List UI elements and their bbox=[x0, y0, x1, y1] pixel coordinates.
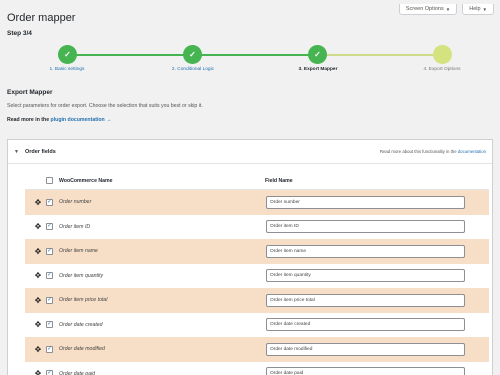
table-row: ✥ ✓ Order item price total Order item price… bbox=[25, 288, 489, 313]
field-name-input[interactable]: Order item quantity bbox=[266, 269, 465, 283]
table-header: WooCommerce Name Field Name bbox=[25, 172, 489, 190]
check-icon: ✓ bbox=[189, 50, 196, 59]
select-all-checkbox[interactable] bbox=[46, 177, 53, 184]
drag-handle-icon[interactable]: ✥ bbox=[31, 271, 45, 280]
woocommerce-name: Order date created bbox=[59, 321, 103, 328]
row-checkbox[interactable]: ✓ bbox=[46, 247, 53, 255]
woocommerce-name: Order number bbox=[59, 199, 92, 206]
fields-table: WooCommerce Name Field Name ✥ ✓ Order numb… bbox=[25, 172, 489, 375]
panel-title: Order fields bbox=[24, 148, 56, 155]
screen-options-button[interactable]: Screen Options ▼ bbox=[398, 4, 458, 15]
field-name-input[interactable]: Order date modified bbox=[266, 342, 465, 356]
step-3-label: 3. Export Mapper bbox=[298, 67, 338, 72]
step-4-label: 4. Export Options bbox=[423, 67, 461, 72]
drag-handle-icon[interactable]: ✥ bbox=[31, 247, 45, 256]
table-row: ✥ ✓ Order item quantity Order item quantity bbox=[25, 264, 489, 289]
help-button[interactable]: Help ▼ bbox=[462, 4, 494, 15]
table-row: ✥ ✓ Order item name Order item name bbox=[25, 239, 489, 264]
check-icon: ✓ bbox=[64, 50, 71, 59]
woocommerce-name: Order date paid bbox=[59, 370, 96, 375]
field-name-input[interactable]: Order date paid bbox=[266, 367, 465, 375]
drag-handle-icon[interactable]: ✥ bbox=[31, 198, 45, 207]
check-icon: ✓ bbox=[47, 296, 52, 303]
read-more-prefix: Read more in the bbox=[7, 117, 50, 123]
row-checkbox[interactable]: ✓ bbox=[46, 345, 53, 353]
section-title: Export Mapper bbox=[7, 89, 53, 96]
step-2-circle[interactable]: ✓ bbox=[183, 45, 202, 64]
table-row: ✥ ✓ Order date paid Order date paid bbox=[25, 362, 489, 375]
row-checkbox[interactable]: ✓ bbox=[46, 198, 53, 206]
check-icon: ✓ bbox=[47, 321, 52, 327]
check-icon: ✓ bbox=[47, 198, 52, 205]
order-fields-panel: ▼ Order fields Read more about this func… bbox=[7, 139, 493, 375]
check-icon: ✓ bbox=[47, 370, 52, 375]
woocommerce-name: Order date modified bbox=[59, 346, 105, 353]
table-body: ✥ ✓ Order number Order number ✥ ✓ Order item I… bbox=[25, 190, 489, 375]
step-3-circle: ✓ bbox=[308, 45, 327, 64]
table-row: ✥ ✓ Order item ID Order item ID bbox=[25, 215, 489, 240]
column-header-field-name: Field Name bbox=[265, 177, 293, 184]
page-title: Order mapper bbox=[7, 12, 76, 24]
screen-options-label: Screen Options bbox=[405, 6, 444, 12]
row-checkbox[interactable]: ✓ bbox=[46, 223, 53, 231]
caret-down-icon: ▼ bbox=[445, 6, 451, 12]
drag-handle-icon[interactable]: ✥ bbox=[31, 369, 45, 375]
panel-documentation-link[interactable]: documentation bbox=[458, 149, 486, 154]
collapse-toggle-icon[interactable]: ▼ bbox=[14, 149, 19, 155]
screen-meta-links: Screen Options ▼ Help ▼ bbox=[398, 4, 494, 15]
table-row: ✥ ✓ Order date modified Order date modified bbox=[25, 337, 489, 362]
field-name-input[interactable]: Order item ID bbox=[266, 220, 465, 234]
step-indicator: Step 3/4 bbox=[7, 30, 32, 37]
stepper-remaining-line bbox=[318, 54, 442, 56]
arrow-right-icon[interactable]: → bbox=[106, 117, 111, 123]
drag-handle-icon[interactable]: ✥ bbox=[31, 296, 45, 305]
read-more-text: Read more in the plugin documentation → bbox=[7, 117, 111, 123]
section-description: Select parameters for order export. Choo… bbox=[7, 103, 203, 109]
drag-handle-icon[interactable]: ✥ bbox=[31, 345, 45, 354]
field-name-input[interactable]: Order date created bbox=[266, 318, 465, 332]
woocommerce-name: Order item price total bbox=[59, 297, 108, 304]
documentation-link[interactable]: plugin documentation bbox=[51, 117, 105, 123]
row-checkbox[interactable]: ✓ bbox=[46, 370, 53, 375]
woocommerce-name: Order item name bbox=[59, 248, 98, 255]
drag-handle-icon[interactable]: ✥ bbox=[31, 320, 45, 329]
step-1-circle[interactable]: ✓ bbox=[58, 45, 77, 64]
panel-note-prefix: Read more about this functionality in th… bbox=[379, 149, 457, 154]
check-icon: ✓ bbox=[47, 247, 52, 254]
help-label: Help bbox=[469, 6, 481, 12]
field-name-input[interactable]: Order item price total bbox=[266, 293, 465, 307]
column-header-woocommerce-name: WooCommerce Name bbox=[59, 177, 113, 184]
wizard-stepper: ✓ 1. Basic settings ✓ 2. Conditional Log… bbox=[0, 42, 500, 78]
step-4-circle bbox=[433, 45, 452, 64]
step-1-label[interactable]: 1. Basic settings bbox=[50, 67, 85, 72]
row-checkbox[interactable]: ✓ bbox=[46, 272, 53, 280]
check-icon: ✓ bbox=[47, 272, 52, 278]
field-name-input[interactable]: Order number bbox=[266, 195, 465, 209]
step-2-label[interactable]: 2. Conditional Logic bbox=[172, 67, 214, 72]
check-icon: ✓ bbox=[47, 345, 52, 352]
check-icon: ✓ bbox=[47, 223, 52, 229]
check-icon: ✓ bbox=[314, 50, 321, 59]
panel-note: Read more about this functionality in th… bbox=[380, 149, 486, 154]
table-row: ✥ ✓ Order date created Order date created bbox=[25, 313, 489, 338]
woocommerce-name: Order item ID bbox=[59, 223, 91, 230]
woocommerce-name: Order item quantity bbox=[59, 272, 104, 279]
row-checkbox[interactable]: ✓ bbox=[46, 296, 53, 304]
panel-header[interactable]: ▼ Order fields Read more about this func… bbox=[8, 140, 492, 164]
caret-down-icon: ▼ bbox=[482, 6, 487, 12]
drag-handle-icon[interactable]: ✥ bbox=[31, 222, 45, 231]
table-row: ✥ ✓ Order number Order number bbox=[25, 190, 489, 215]
field-name-input[interactable]: Order item name bbox=[266, 244, 465, 258]
row-checkbox[interactable]: ✓ bbox=[46, 321, 53, 329]
